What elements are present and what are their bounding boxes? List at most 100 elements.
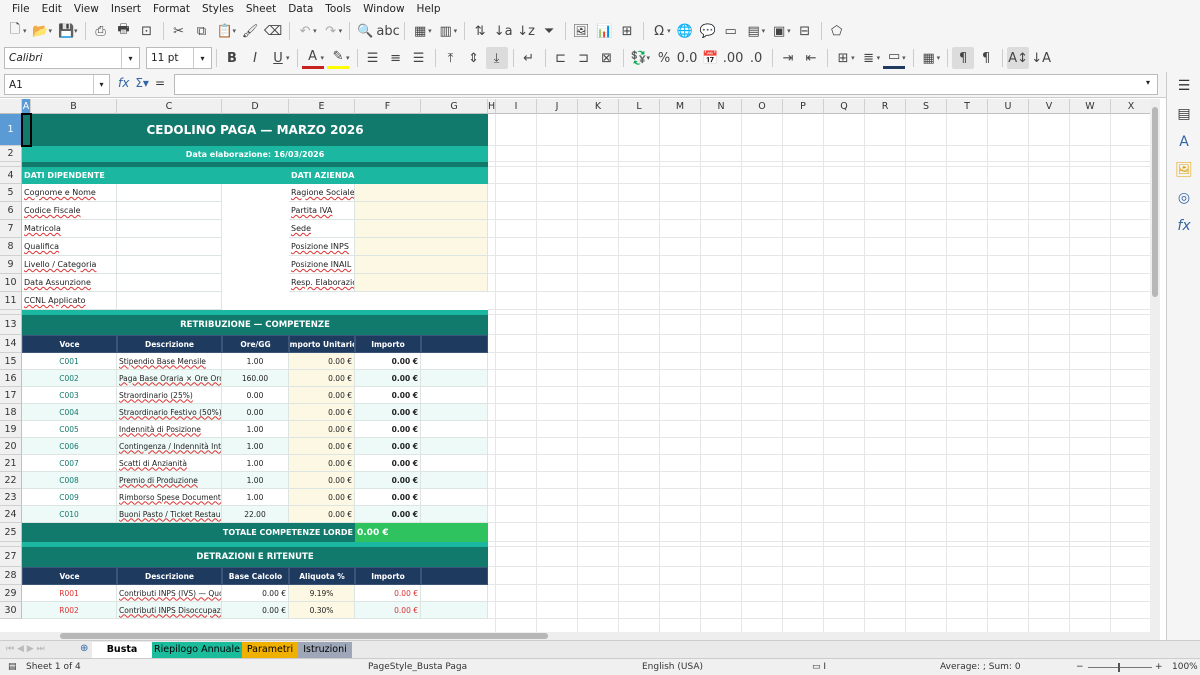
azienda-header[interactable]: DATI AZIENDA [289,167,488,184]
ret-row-blank[interactable] [421,438,488,455]
insert-chart-icon[interactable]: 📊 [593,20,615,42]
ret-row-description[interactable]: Rimborso Spese Documentate [117,489,222,506]
ret-row-description[interactable]: Straordinario (25%) [117,387,222,404]
ret-row-description[interactable]: Straordinario Festivo (50%) [117,404,222,421]
dipendente-field-value[interactable] [117,256,222,274]
cut-icon[interactable]: ✂ [168,20,190,42]
det-row-rate[interactable]: 0.30% [289,602,355,619]
det-column-header[interactable]: Voce [22,567,117,585]
split-window-icon[interactable]: ⊟ [794,20,816,42]
ret-row-unit[interactable]: 0.00 € [289,404,355,421]
column-header-A[interactable]: A [22,99,31,114]
azienda-field-label[interactable]: Ragione Sociale [289,184,355,202]
function-wizard-icon[interactable]: fx [118,76,129,90]
row-header-19[interactable]: 19 [0,421,22,438]
column-header-D[interactable]: D [222,99,289,114]
hyperlink-icon[interactable]: 🌐 [674,20,696,42]
row-header-27[interactable]: 27 [0,547,22,567]
ret-row-blank[interactable] [421,489,488,506]
print-preview-icon[interactable]: ⊡ [136,20,158,42]
ret-column-header[interactable]: Importo Unitario [289,335,355,353]
spelling-icon[interactable]: abc [376,20,399,42]
azienda-field-label[interactable]: Partita IVA [289,202,355,220]
decrease-indent-icon[interactable]: ⇤ [800,47,822,69]
totale-competenze-value[interactable]: 0.00 € [355,523,488,542]
clear-formatting-icon[interactable]: ⌫ [262,20,284,42]
sheet-subtitle[interactable]: Data elaborazione: 16/03/2026 [22,146,488,162]
ret-row-blank[interactable] [421,387,488,404]
sort-ascending-icon[interactable]: ↓a [492,20,514,42]
ret-row-hours[interactable]: 1.00 [222,438,289,455]
ret-row-code[interactable]: C004 [22,404,117,421]
column-header-M[interactable]: M [660,99,701,114]
ret-row-amount[interactable]: 0.00 € [355,370,421,387]
ret-row-amount[interactable]: 0.00 € [355,506,421,523]
unmerge-cells-icon[interactable]: ⊠ [596,47,618,69]
row-header-10[interactable]: 10 [0,274,22,292]
tab-navigation-icon[interactable]: ⏮ ◀ ▶ ⏭ [6,644,45,654]
name-box[interactable]: A1 ▾ [4,74,110,95]
bold-icon[interactable]: B [221,47,243,69]
print-icon[interactable]: 🖶 [113,20,135,42]
dipendente-field-value[interactable] [117,292,222,310]
ret-row-unit[interactable]: 0.00 € [289,472,355,489]
det-row-amount[interactable]: 0.00 € [355,585,421,602]
row-header-1[interactable]: 1 [0,114,22,146]
column-header-R[interactable]: R [865,99,906,114]
menu-help[interactable]: Help [411,3,447,15]
ret-row-description[interactable]: Paga Base Oraria × Ore Ordinarie [117,370,222,387]
clone-formatting-icon[interactable]: 🖌 [239,20,261,42]
ret-row-description[interactable]: Buoni Pasto / Ticket Restaurant [117,506,222,523]
center-vertically-icon[interactable]: ⇕ [463,47,485,69]
number-format-icon[interactable]: 0.0 [676,47,698,69]
ret-row-hours[interactable]: 0.00 [222,387,289,404]
row-header-8[interactable]: 8 [0,238,22,256]
chevron-down-icon[interactable]: ▾ [193,48,211,68]
column-header-B[interactable]: B [31,99,117,114]
ret-row-amount[interactable]: 0.00 € [355,438,421,455]
sort-descending-icon[interactable]: ↓z [515,20,537,42]
zoom-slider[interactable] [1088,667,1152,668]
menu-file[interactable]: File [6,3,36,15]
ret-row-description[interactable]: Contingenza / Indennità Integrativa [117,438,222,455]
right-to-left-icon[interactable]: ¶ [975,47,997,69]
row-header-6[interactable]: 6 [0,202,22,220]
chevron-down-icon[interactable]: ▾ [93,75,109,94]
det-row-code[interactable]: R002 [22,602,117,619]
font-size-box[interactable]: 11 pt ▾ [146,47,212,69]
text-vertical-icon[interactable]: ↓A [1030,47,1052,69]
azienda-field-label[interactable]: Posizione INPS [289,238,355,256]
menu-tools[interactable]: Tools [319,3,357,15]
det-row-base[interactable]: 0.00 € [222,585,289,602]
det-column-header[interactable]: Base Calcolo [222,567,289,585]
det-row-base[interactable]: 0.00 € [222,602,289,619]
dipendente-field-label[interactable]: Qualifica [22,238,117,256]
ret-row-blank[interactable] [421,472,488,489]
sheet-tab-4[interactable]: Istruzioni [298,642,352,658]
ret-row-hours[interactable]: 22.00 [222,506,289,523]
ret-row-code[interactable]: C003 [22,387,117,404]
ret-row-hours[interactable]: 1.00 [222,472,289,489]
row-header-11[interactable]: 11 [0,292,22,310]
column-header-O[interactable]: O [742,99,783,114]
chevron-down-icon[interactable]: ▾ [121,48,139,68]
ret-row-amount[interactable]: 0.00 € [355,489,421,506]
column-header-L[interactable]: L [619,99,660,114]
copy-icon[interactable]: ⧉ [191,20,213,42]
ret-row-hours[interactable]: 160.00 [222,370,289,387]
det-row-description[interactable]: Contributi INPS Disoccupazione [117,602,222,619]
ret-row-unit[interactable]: 0.00 € [289,455,355,472]
retribuzione-header[interactable]: RETRIBUZIONE — COMPETENZE [22,315,488,335]
expand-formula-icon[interactable]: ▾ [1146,78,1150,87]
styles-icon[interactable]: A [1167,128,1200,156]
ret-column-header[interactable]: Ore/GG [222,335,289,353]
ret-row-hours[interactable]: 0.00 [222,404,289,421]
add-sheet-icon[interactable]: ⊕ [80,643,88,654]
ret-row-code[interactable]: C001 [22,353,117,370]
align-center-icon[interactable]: ≡ [385,47,407,69]
totale-competenze-label[interactable]: TOTALE COMPETENZE LORDE [22,523,355,542]
ret-row-blank[interactable] [421,455,488,472]
row-header-23[interactable]: 23 [0,489,22,506]
det-row-amount[interactable]: 0.00 € [355,602,421,619]
azienda-field-label[interactable]: Resp. Elaborazione [289,274,355,292]
